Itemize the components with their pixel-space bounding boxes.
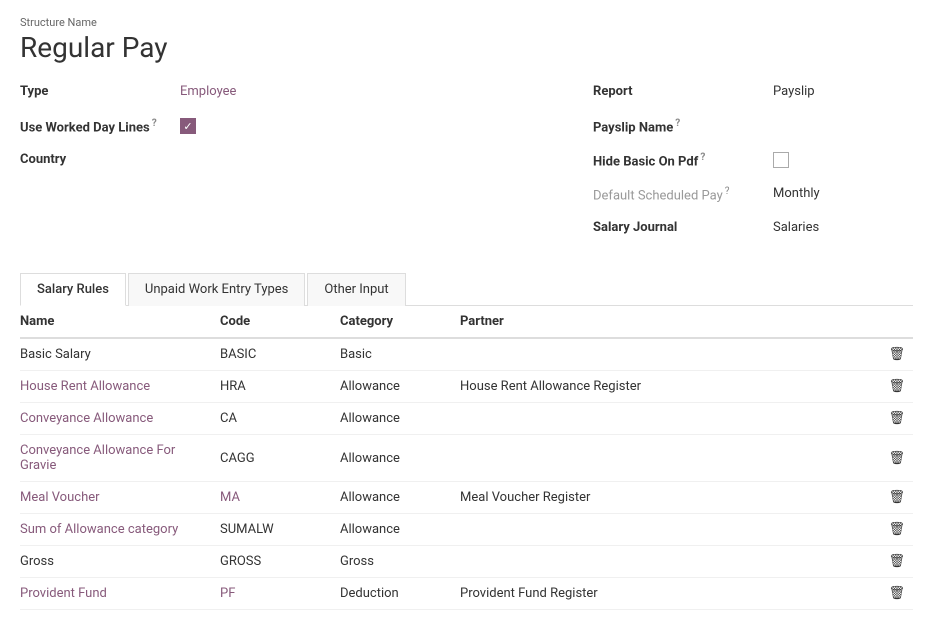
- cell-category: Gross: [340, 546, 460, 578]
- cell-code[interactable]: MA: [220, 482, 340, 514]
- tab-unpaid-work[interactable]: Unpaid Work Entry Types: [128, 273, 305, 306]
- cell-category: Basic: [340, 338, 460, 371]
- cell-code: SUMALW: [220, 514, 340, 546]
- cell-name[interactable]: Provident Fund: [20, 578, 220, 610]
- type-row: Type Employee: [20, 82, 593, 106]
- cell-code: CA: [220, 403, 340, 435]
- cell-delete[interactable]: 🗑: [873, 546, 913, 578]
- page-title: Regular Pay: [20, 31, 913, 64]
- hide-basic-label: Hide Basic On Pdf?: [593, 150, 773, 169]
- tabs-container: Salary Rules Unpaid Work Entry Types Oth…: [20, 272, 913, 306]
- table-row: Conveyance AllowanceCAAllowance 🗑: [20, 403, 913, 435]
- salary-rules-table: Name Code Category Partner Basic SalaryB…: [20, 306, 913, 610]
- default-scheduled-value[interactable]: Monthly: [773, 184, 820, 201]
- cell-name[interactable]: Sum of Allowance category: [20, 514, 220, 546]
- col-header-category: Category: [340, 306, 460, 338]
- payslip-name-row: Payslip Name?: [593, 116, 913, 140]
- report-value: Payslip: [773, 82, 815, 99]
- cell-name[interactable]: Conveyance Allowance: [20, 403, 220, 435]
- form-section: Type Employee Use Worked Day Lines? ✓ Co…: [20, 82, 913, 252]
- cell-code: BASIC: [220, 338, 340, 371]
- cell-name[interactable]: House Rent Allowance: [20, 371, 220, 403]
- cell-name[interactable]: Meal Voucher: [20, 482, 220, 514]
- worked-day-label: Use Worked Day Lines?: [20, 116, 180, 135]
- cell-partner: [460, 338, 873, 371]
- report-row: Report Payslip: [593, 82, 913, 106]
- cell-code[interactable]: PF: [220, 578, 340, 610]
- structure-name-label: Structure Name: [20, 16, 913, 29]
- type-label: Type: [20, 82, 180, 99]
- salary-journal-row: Salary Journal Salaries: [593, 218, 913, 242]
- table-row: Provident FundPFDeductionProvident Fund …: [20, 578, 913, 610]
- cell-name[interactable]: Conveyance Allowance For Gravie: [20, 435, 220, 482]
- col-header-actions: [873, 306, 913, 338]
- table-row: Meal VoucherMAAllowanceMeal Voucher Regi…: [20, 482, 913, 514]
- report-label: Report: [593, 82, 773, 99]
- cell-category: Allowance: [340, 514, 460, 546]
- col-header-partner: Partner: [460, 306, 873, 338]
- form-right: Report Payslip Payslip Name? Hide Basic …: [593, 82, 913, 252]
- table-row: House Rent AllowanceHRAAllowanceHouse Re…: [20, 371, 913, 403]
- cell-partner: Provident Fund Register: [460, 578, 873, 610]
- cell-partner: [460, 403, 873, 435]
- cell-category: Allowance: [340, 482, 460, 514]
- salary-journal-value[interactable]: Salaries: [773, 218, 819, 235]
- cell-partner: [460, 435, 873, 482]
- cell-code: HRA: [220, 371, 340, 403]
- form-left: Type Employee Use Worked Day Lines? ✓ Co…: [20, 82, 593, 252]
- table-header-row: Name Code Category Partner: [20, 306, 913, 338]
- worked-day-checkbox[interactable]: ✓: [180, 118, 196, 134]
- cell-category: Allowance: [340, 371, 460, 403]
- col-header-code: Code: [220, 306, 340, 338]
- cell-delete[interactable]: 🗑: [873, 578, 913, 610]
- default-scheduled-row: Default Scheduled Pay? Monthly: [593, 184, 913, 208]
- cell-partner: Meal Voucher Register: [460, 482, 873, 514]
- col-header-name: Name: [20, 306, 220, 338]
- table-row: Basic SalaryBASICBasic 🗑: [20, 338, 913, 371]
- cell-delete[interactable]: 🗑: [873, 435, 913, 482]
- type-value[interactable]: Employee: [180, 82, 236, 99]
- hide-basic-checkbox[interactable]: [773, 152, 789, 168]
- tab-salary-rules[interactable]: Salary Rules: [20, 273, 126, 306]
- worked-day-row: Use Worked Day Lines? ✓: [20, 116, 593, 140]
- hide-basic-row: Hide Basic On Pdf?: [593, 150, 913, 174]
- salary-journal-label: Salary Journal: [593, 218, 773, 235]
- cell-code: CAGG: [220, 435, 340, 482]
- default-scheduled-label: Default Scheduled Pay?: [593, 184, 773, 203]
- cell-category: Allowance: [340, 403, 460, 435]
- payslip-name-label: Payslip Name?: [593, 116, 773, 135]
- country-row: Country: [20, 150, 593, 174]
- cell-partner: [460, 546, 873, 578]
- tab-other-input[interactable]: Other Input: [307, 273, 405, 306]
- table-row: Sum of Allowance categorySUMALWAllowance…: [20, 514, 913, 546]
- cell-partner: House Rent Allowance Register: [460, 371, 873, 403]
- table-row: Conveyance Allowance For GravieCAGGAllow…: [20, 435, 913, 482]
- cell-delete[interactable]: 🗑: [873, 482, 913, 514]
- cell-partner: [460, 514, 873, 546]
- cell-category: Allowance: [340, 435, 460, 482]
- cell-delete[interactable]: 🗑: [873, 514, 913, 546]
- country-label: Country: [20, 150, 180, 167]
- cell-delete[interactable]: 🗑: [873, 371, 913, 403]
- cell-name: Basic Salary: [20, 338, 220, 371]
- cell-delete[interactable]: 🗑: [873, 338, 913, 371]
- cell-name: Gross: [20, 546, 220, 578]
- cell-code: GROSS: [220, 546, 340, 578]
- cell-delete[interactable]: 🗑: [873, 403, 913, 435]
- cell-category: Deduction: [340, 578, 460, 610]
- table-row: GrossGROSSGross 🗑: [20, 546, 913, 578]
